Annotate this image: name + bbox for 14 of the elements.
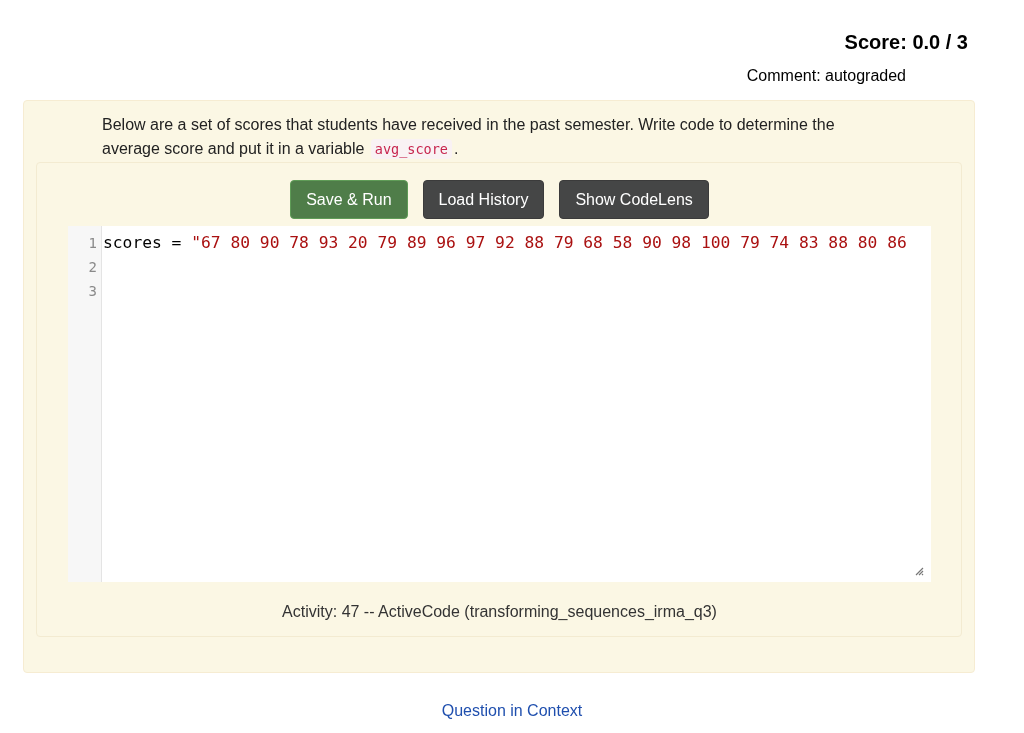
question-text: Below are a set of scores that students have received in the past semester. Write code to determine the average score and put it in a variable avg_score . [102, 115, 836, 161]
score-text: Score: 0.0 / 3 [844, 30, 968, 55]
comment-text: Comment: autograded [746, 66, 906, 86]
code-line: scores = "67 80 90 78 93 20 79 89 96 97 92 88 79 68 58 90 98 100 79 74 83 88 80 86 [103, 232, 907, 254]
question-in-context-link[interactable]: Question in Context [441, 700, 583, 722]
code-editor[interactable]: 1 2 3 scores = "67 80 90 78 93 20 79 89 96 97 92 88 79 68 58 90 98 100 79 74 83 88 80 86 [68, 226, 931, 582]
resize-handle-icon[interactable] [915, 567, 924, 576]
run-button[interactable]: Save & Run [290, 180, 408, 219]
line-number: 2 [88, 258, 98, 277]
line-number: 3 [88, 282, 98, 301]
toolbar-button[interactable]: Load History [422, 180, 545, 219]
activity-label: Activity: 47 -- ActiveCode (transforming_sequences_irma_q3) [282, 602, 717, 622]
toolbar-button[interactable]: Show CodeLens [559, 180, 709, 219]
line-number: 1 [88, 234, 98, 253]
